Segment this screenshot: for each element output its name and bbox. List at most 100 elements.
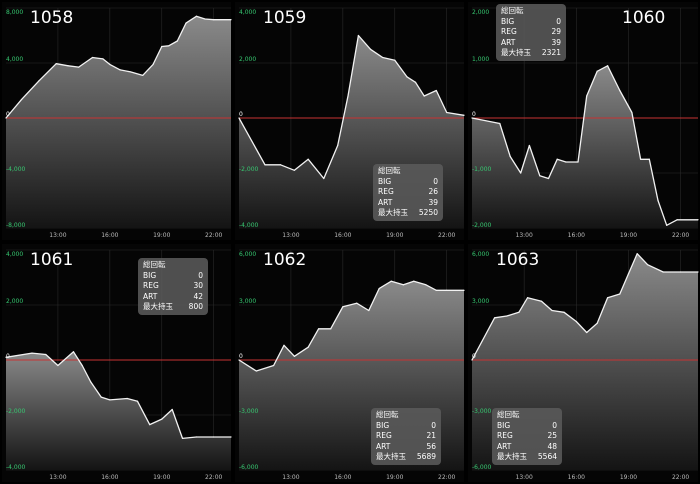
data-point — [119, 69, 121, 71]
stats-row: REG 21 — [376, 431, 436, 442]
y-tick-label: 0 — [239, 353, 243, 360]
data-point — [547, 177, 550, 180]
y-tick-label: 0 — [6, 111, 10, 118]
x-tick-label: 19:00 — [386, 474, 403, 481]
stats-row: BIG 0 — [501, 17, 561, 28]
data-point — [102, 58, 104, 60]
data-point — [697, 271, 699, 273]
x-tick-label: 13:00 — [516, 232, 533, 239]
data-point — [539, 175, 541, 177]
x-tick-label: 13:00 — [516, 474, 533, 481]
stats-row: REG 25 — [497, 431, 557, 442]
stats-box: 総回転 BIG 0 REG 25 ART 48 最大持玉 5564 — [492, 408, 562, 465]
data-point — [90, 381, 92, 383]
data-point — [293, 169, 295, 171]
stats-row: BIG 0 — [143, 271, 203, 282]
data-point — [357, 34, 360, 37]
data-point — [528, 144, 530, 147]
data-point — [402, 284, 405, 286]
data-point — [67, 65, 69, 67]
stats-label: BIG — [501, 16, 515, 26]
x-tick-label: 22:00 — [438, 474, 455, 481]
data-point — [657, 199, 659, 202]
x-tick-label: 16:00 — [568, 474, 585, 481]
data-point — [509, 155, 511, 158]
data-point — [394, 59, 396, 61]
data-point — [446, 289, 448, 291]
y-tick-label: -3,000 — [239, 408, 259, 415]
y-tick-label: 8,000 — [6, 9, 23, 16]
data-point — [648, 158, 650, 160]
data-point — [204, 18, 206, 20]
machine-number: 1062 — [263, 250, 307, 270]
y-tick-label: 1,000 — [472, 56, 489, 63]
data-point — [575, 320, 577, 323]
y-tick-label: -4,000 — [6, 166, 26, 173]
stats-label: BIG — [143, 270, 157, 280]
stats-row: 最大持玉 5564 — [497, 452, 557, 463]
data-point — [463, 114, 465, 116]
x-tick-label: 16:00 — [334, 232, 351, 239]
y-tick-label: 6,000 — [239, 251, 256, 258]
y-tick-label: 2,000 — [239, 56, 256, 63]
data-point — [423, 95, 425, 97]
data-point — [57, 364, 59, 367]
data-point — [446, 111, 448, 114]
data-point — [72, 351, 75, 353]
stats-label: REG — [143, 281, 159, 291]
y-tick-label: 4,000 — [6, 251, 23, 258]
stats-value: 5250 — [418, 208, 438, 218]
data-point — [91, 56, 94, 59]
stats-value: 39 — [428, 197, 438, 207]
stats-box: 総回転 BIG 0 REG 30 ART 42 最大持玉 800 — [138, 258, 208, 315]
data-point — [662, 271, 664, 273]
stats-label: 最大持玉 — [497, 452, 527, 462]
x-tick-label: 16:00 — [568, 232, 585, 239]
graph-panel-1061: -4,000 -2,000 0 2,000 4,000 13:00 16:00 19:00 22… — [2, 244, 232, 482]
x-tick-label: 22:00 — [672, 474, 689, 481]
data-point — [279, 164, 282, 166]
stats-value: 5689 — [416, 452, 436, 462]
data-point — [607, 65, 609, 67]
stats-value: 800 — [188, 302, 203, 312]
x-tick-label: 13:00 — [282, 232, 299, 239]
data-point — [435, 289, 437, 291]
data-point — [283, 344, 285, 346]
data-point — [38, 80, 40, 82]
stats-label: REG — [378, 187, 394, 197]
data-point — [463, 289, 465, 291]
data-point — [45, 353, 47, 356]
x-tick-label: 22:00 — [672, 232, 689, 239]
x-tick-label: 19:00 — [153, 474, 170, 481]
data-point — [318, 328, 320, 330]
x-tick-label: 13:00 — [49, 474, 66, 481]
stats-value: 0 — [556, 16, 561, 26]
y-tick-label: -2,000 — [6, 408, 26, 415]
data-point — [586, 95, 588, 97]
y-tick-label: 6,000 — [472, 251, 489, 258]
stats-header: 総回転 — [376, 410, 399, 419]
stats-label: BIG — [497, 420, 511, 430]
y-tick-label: 2,000 — [472, 9, 489, 16]
machine-number: 1063 — [496, 250, 540, 270]
data-point — [149, 424, 151, 426]
stats-value: 5564 — [537, 452, 557, 462]
data-point — [425, 284, 427, 286]
stats-value: 0 — [198, 270, 203, 280]
y-tick-label: -4,000 — [239, 222, 259, 229]
stats-value: 48 — [547, 441, 557, 451]
data-point — [520, 172, 522, 174]
y-tick-label: 0 — [472, 111, 476, 118]
data-point — [181, 437, 184, 439]
stats-row: BIG 0 — [497, 421, 557, 432]
stats-row: BIG 0 — [376, 421, 436, 432]
y-tick-label: 2,000 — [6, 298, 23, 305]
data-point — [213, 436, 215, 438]
data-point — [195, 436, 197, 438]
data-point — [264, 164, 266, 166]
data-point — [213, 19, 215, 21]
stats-value: 42 — [193, 291, 203, 301]
stats-label: BIG — [376, 420, 390, 430]
data-point — [382, 56, 384, 59]
machine-number: 1058 — [30, 8, 74, 28]
